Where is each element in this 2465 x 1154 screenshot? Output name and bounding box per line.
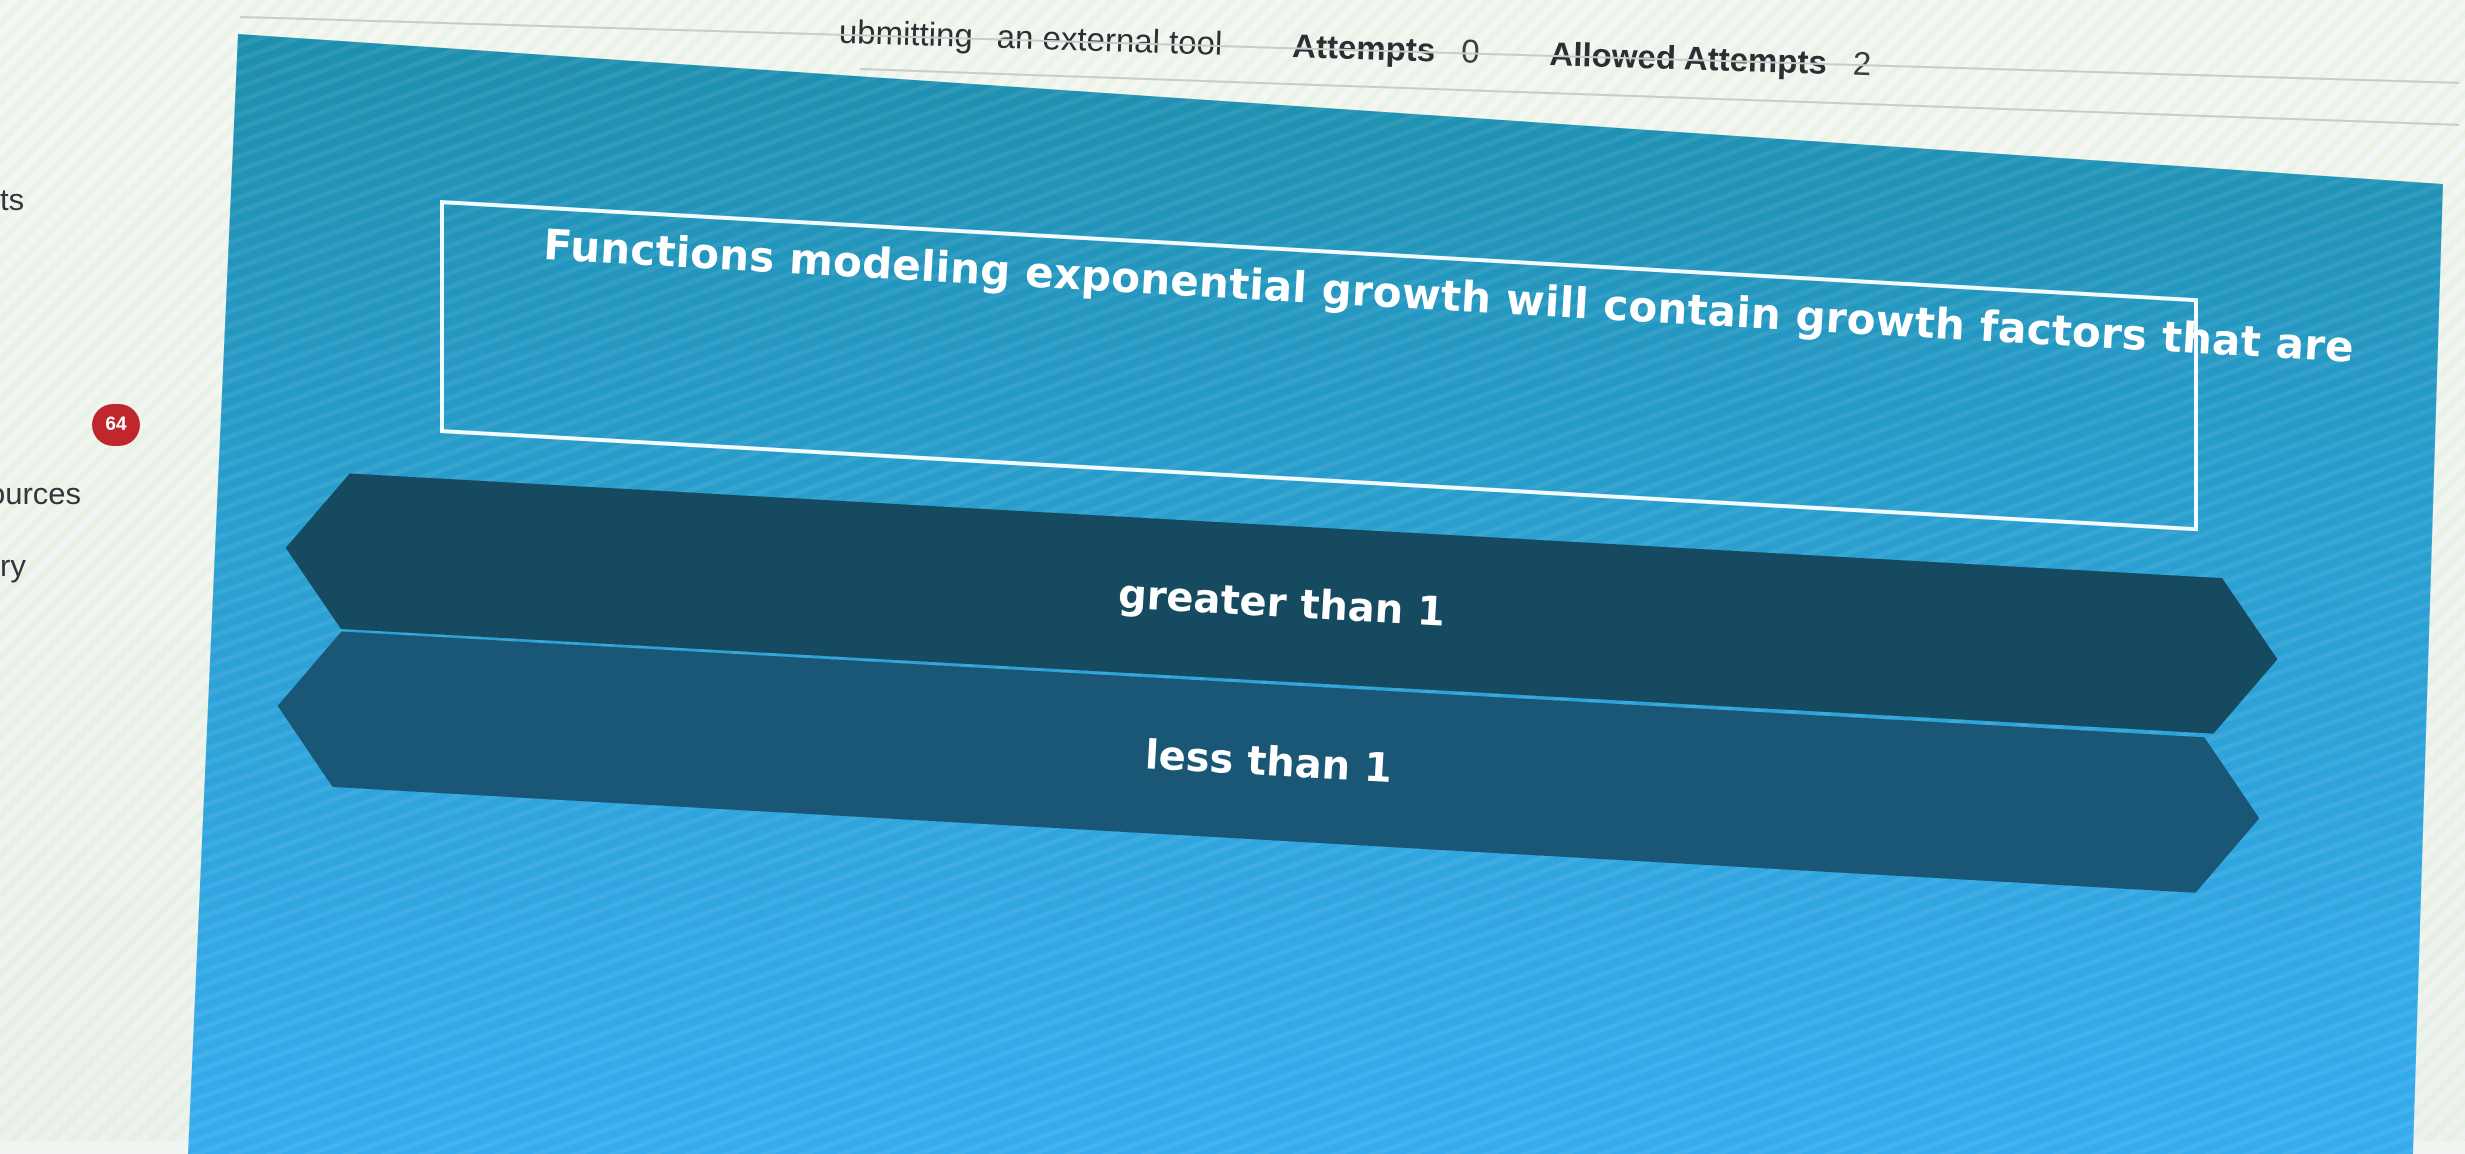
nav-item-assignments[interactable]: ts bbox=[0, 182, 24, 218]
answer-option-label: greater than 1 bbox=[1116, 571, 1447, 636]
notification-badge: 64 bbox=[92, 404, 140, 446]
answer-option-label: less than 1 bbox=[1143, 732, 1394, 793]
screen: ts s 64 ources ry ubmitting an external … bbox=[0, 0, 2465, 1154]
nav-item-resources[interactable]: ources bbox=[0, 476, 81, 512]
nav-item-library[interactable]: ry bbox=[0, 548, 26, 584]
course-navigation: ts s 64 ources ry bbox=[0, 0, 200, 1141]
